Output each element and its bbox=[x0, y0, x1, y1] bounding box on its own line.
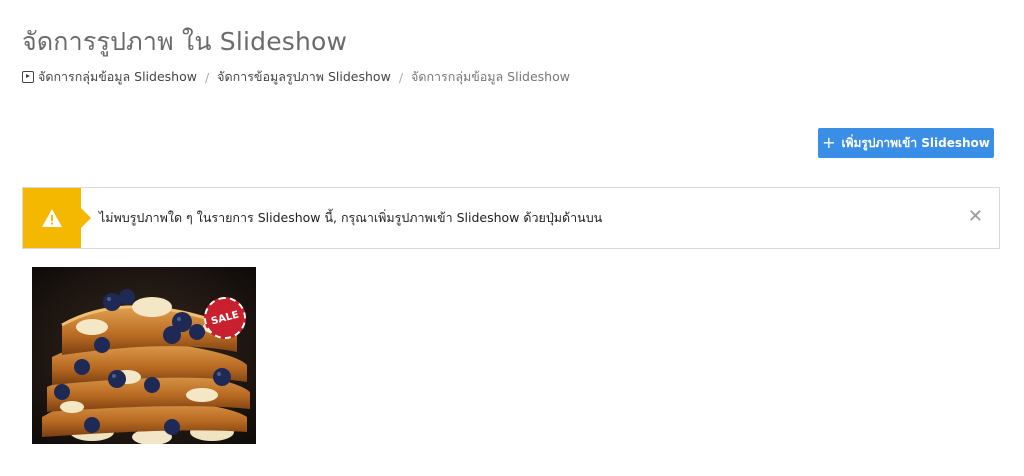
add-image-button[interactable]: + เพิ่มรูปภาพเข้า Slideshow bbox=[818, 128, 994, 158]
alert-message: ไม่พบรูปภาพใด ๆ ในรายการ Slideshow นี้, … bbox=[99, 210, 603, 225]
warning-icon bbox=[42, 209, 62, 227]
slideshow-image-thumbnail[interactable]: SALE bbox=[32, 267, 256, 444]
play-square-icon bbox=[22, 71, 34, 83]
empty-warning-alert: ไม่พบรูปภาพใด ๆ ในรายการ Slideshow นี้, … bbox=[22, 187, 1000, 249]
breadcrumb-item-images[interactable]: จัดการข้อมูลรูปภาพ Slideshow bbox=[217, 67, 391, 87]
page-title: จัดการรูปภาพ ใน Slideshow bbox=[22, 27, 348, 56]
food-photo bbox=[32, 267, 256, 444]
sale-badge-text: SALE bbox=[209, 309, 241, 327]
close-icon[interactable]: ✕ bbox=[968, 208, 983, 226]
breadcrumb: จัดการกลุ่มข้อมูล Slideshow / จัดการข้อม… bbox=[22, 67, 570, 87]
alert-icon-box bbox=[23, 188, 91, 248]
add-image-button-label: เพิ่มรูปภาพเข้า Slideshow bbox=[841, 135, 990, 150]
breadcrumb-item-group[interactable]: จัดการกลุ่มข้อมูล Slideshow bbox=[38, 67, 197, 87]
breadcrumb-separator: / bbox=[204, 69, 210, 85]
plus-icon: + bbox=[822, 133, 836, 152]
breadcrumb-item-current: จัดการกลุ่มข้อมูล Slideshow bbox=[411, 69, 570, 84]
breadcrumb-separator: / bbox=[398, 69, 404, 85]
